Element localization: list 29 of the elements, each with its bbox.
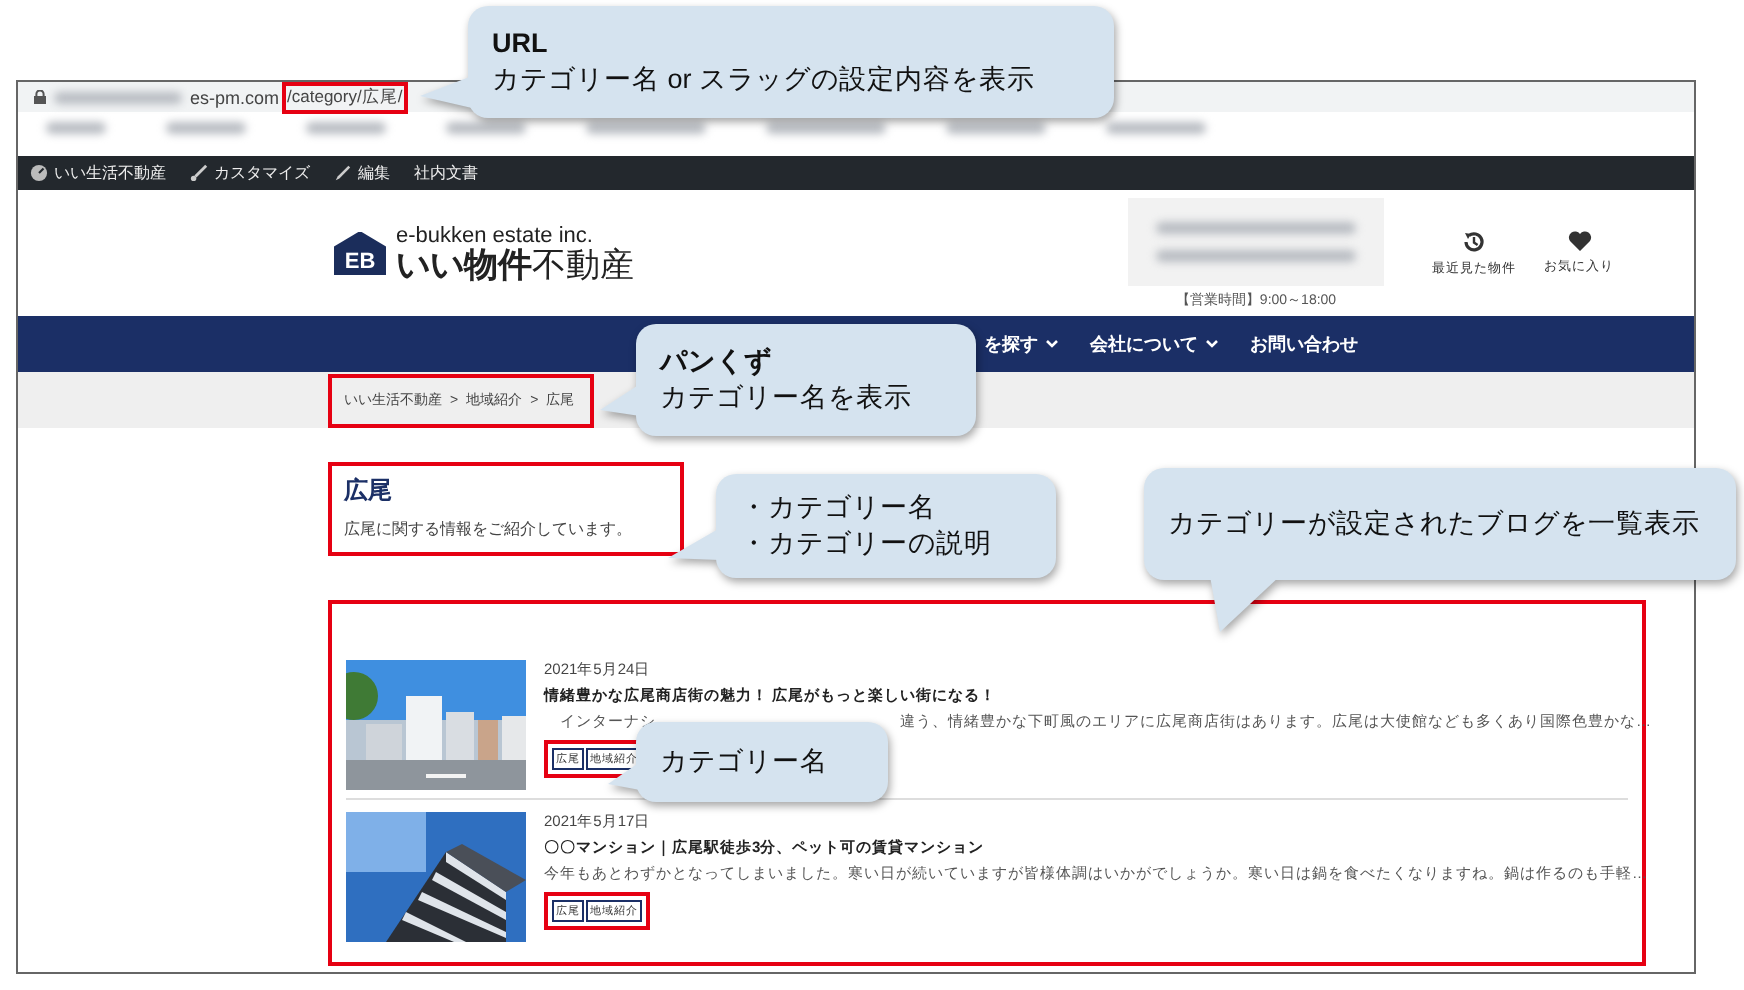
nav-item[interactable]: を探す (984, 331, 1058, 357)
heart-icon (1567, 229, 1591, 251)
dashboard-icon (30, 164, 48, 182)
callout-text: カテゴリー名 or スラッグの設定内容を表示 (492, 62, 1038, 98)
category-description: 広尾に関する情報をご紹介しています。 (344, 518, 632, 540)
admin-bar-link[interactable]: 編集 (358, 162, 390, 184)
callout-text: ・カテゴリー名 (740, 490, 938, 526)
logo-mark: EB (334, 231, 386, 275)
callout-text: カテゴリー名 (660, 744, 830, 780)
admin-bar-link[interactable]: いい生活不動産 (54, 162, 166, 184)
url-text[interactable]: /category/広尾/ (287, 85, 403, 109)
logo-name: いい物件不動産 (396, 248, 634, 282)
callout-text: カテゴリー名を表示 (660, 380, 914, 416)
nav-item[interactable]: お問い合わせ (1250, 331, 1358, 357)
brush-icon (190, 164, 208, 182)
url-text[interactable]: es-pm.com (190, 87, 280, 107)
callout-heading: パンくず (660, 344, 774, 380)
nav-item[interactable]: 会社について (1090, 331, 1218, 357)
admin-bar-link[interactable]: カスタマイズ (214, 162, 310, 184)
blurred-url (54, 91, 182, 103)
callout-text: ・カテゴリーの説明 (740, 526, 994, 562)
category-title: 広尾 (344, 474, 392, 508)
callout-heading: URL (492, 26, 550, 62)
history-icon (1462, 229, 1486, 253)
pencil-icon (334, 164, 352, 182)
callout-text: カテゴリーが設定されたブログを一覧表示 (1168, 506, 1702, 542)
lock-icon (34, 90, 46, 104)
admin-bar-link[interactable]: 社内文書 (414, 162, 478, 184)
logo-tagline: e-bukken estate inc. (396, 224, 595, 248)
